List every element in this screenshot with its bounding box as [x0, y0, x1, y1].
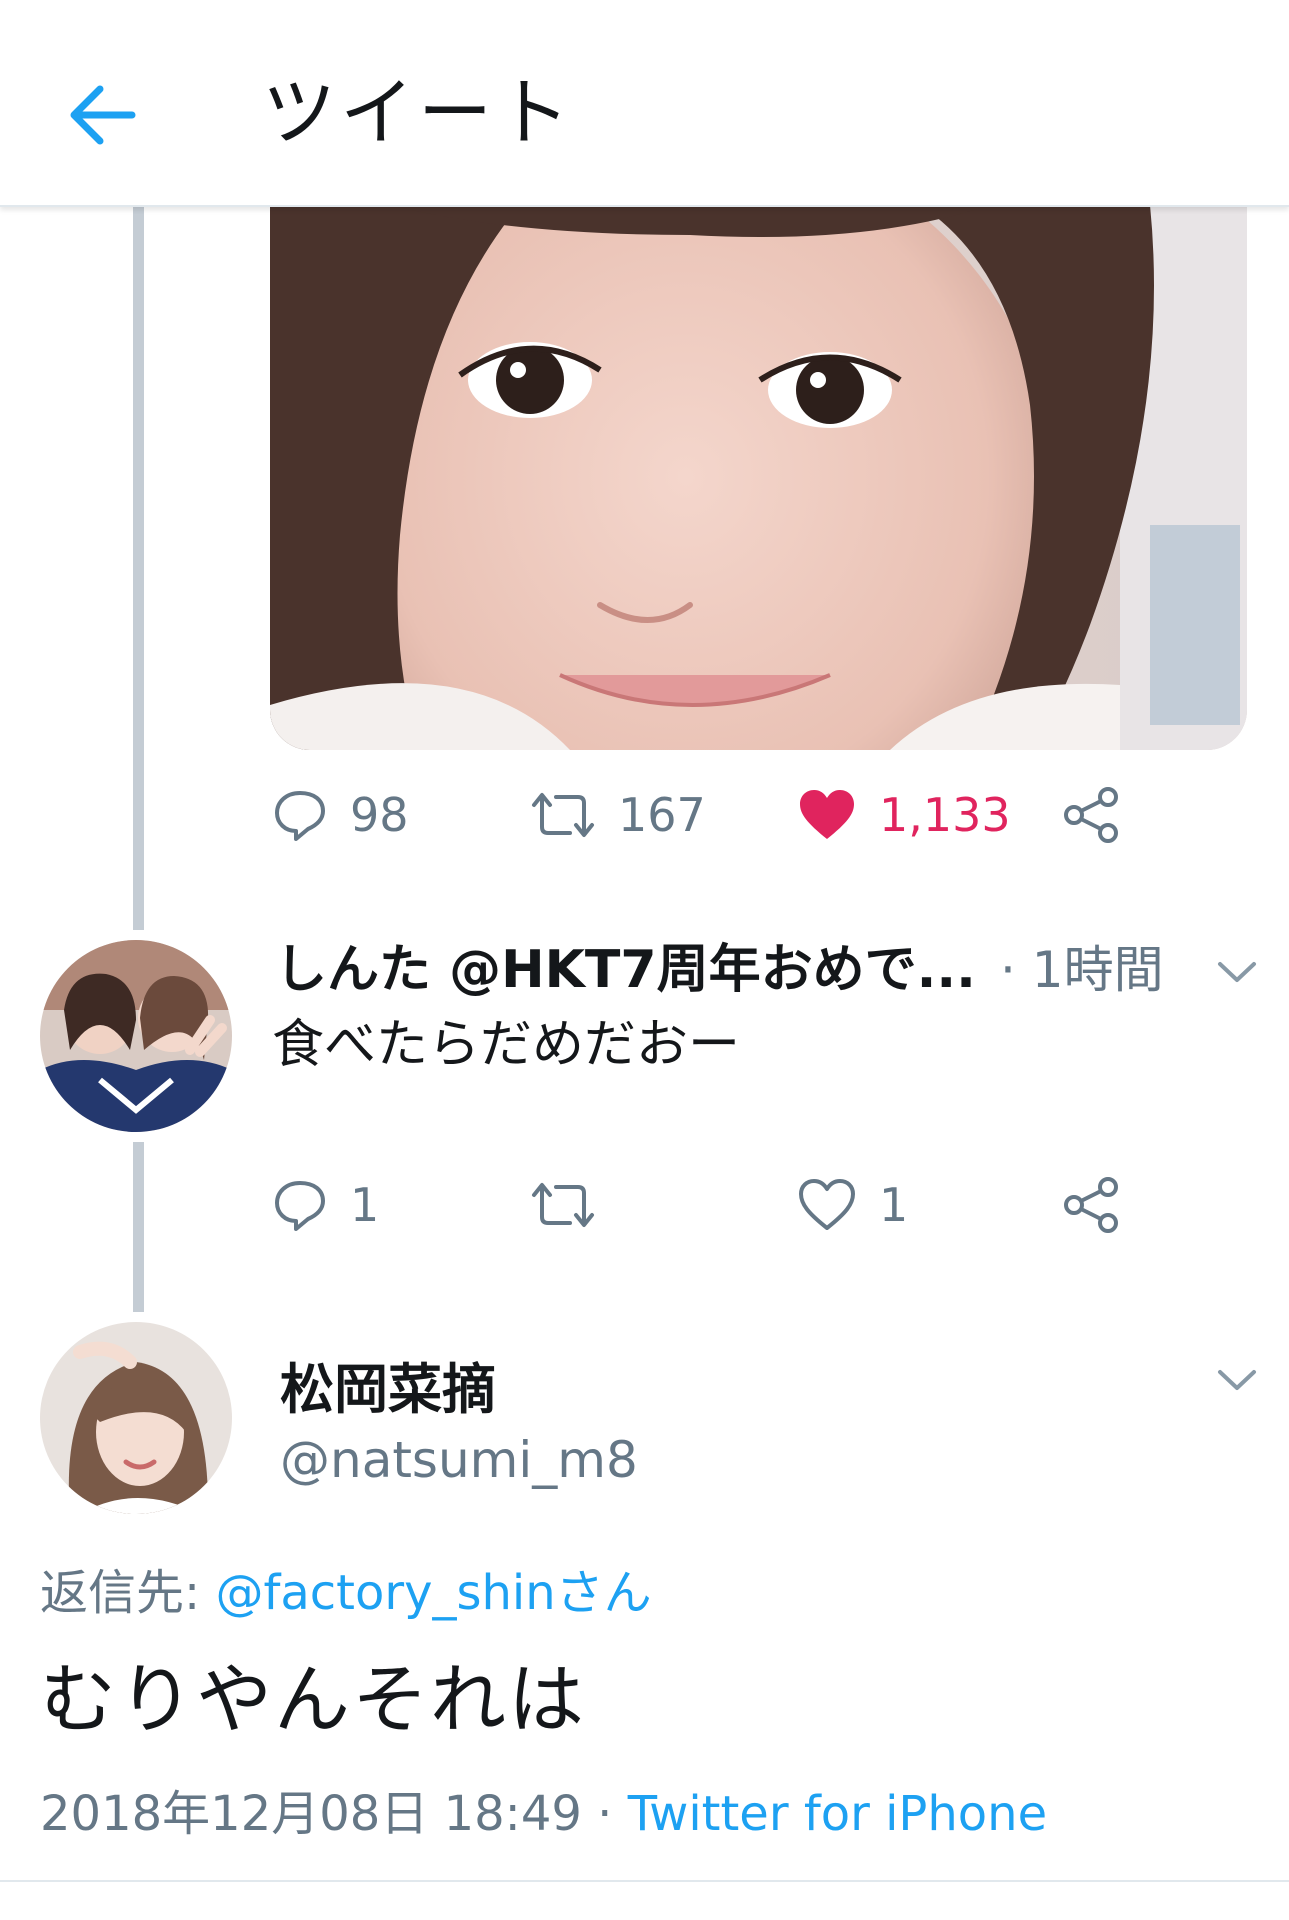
retweet-action[interactable]: 167	[530, 775, 706, 855]
reply-to-line: 返信先: @factory_shinさん	[40, 1555, 652, 1631]
reply-action[interactable]: 1	[272, 1165, 379, 1245]
share-icon	[1064, 1177, 1118, 1233]
like-count: 1,133	[879, 788, 1011, 842]
retweet-icon	[532, 793, 594, 837]
thread-line-middle	[133, 1142, 144, 1312]
avatar-main-user[interactable]	[40, 1322, 232, 1514]
tweet-meta: 2018年12月08日 18:49 · Twitter for iPhone	[40, 1778, 1047, 1850]
like-action[interactable]: 1	[797, 1165, 908, 1245]
retweet-action[interactable]	[530, 1165, 618, 1245]
avatar-reply-user[interactable]	[40, 940, 232, 1132]
retweet-count: 167	[618, 788, 706, 842]
reply-action[interactable]: 98	[272, 775, 409, 855]
share-icon	[1064, 787, 1118, 843]
reply-icon	[275, 791, 325, 841]
tweet-datetime: 2018年12月08日 18:49 ·	[40, 1786, 628, 1842]
reply-count: 1	[350, 1178, 380, 1232]
reply-count: 98	[350, 788, 409, 842]
main-user-display-name[interactable]: 松岡菜摘	[280, 1350, 496, 1430]
reply-timestamp: · 1時間	[1000, 941, 1164, 999]
reply-icon	[275, 1181, 325, 1231]
main-tweet-text: むりやんそれは	[40, 1655, 586, 1744]
retweet-icon	[532, 1183, 594, 1227]
share-action[interactable]	[1062, 1165, 1122, 1245]
heart-icon	[800, 790, 854, 839]
like-count: 1	[879, 1178, 909, 1232]
reply-to-label: 返信先:	[40, 1565, 216, 1621]
like-action[interactable]: 1,133	[797, 775, 1011, 855]
reply-tweet-text: 食べたらだめだおー	[272, 1015, 741, 1075]
chevron-down-icon[interactable]	[1212, 1360, 1262, 1400]
tweet-client-link[interactable]: Twitter for iPhone	[628, 1786, 1047, 1842]
page-title: ツイート	[262, 70, 574, 156]
reply-user-name[interactable]: しんた @HKT7周年おめで...	[275, 935, 976, 1005]
top-app-bar: ツイート	[0, 0, 1289, 207]
divider	[0, 1880, 1289, 1882]
tweet-photo[interactable]	[270, 205, 1247, 750]
reply-to-mention-link[interactable]: @factory_shinさん	[215, 1565, 651, 1621]
chevron-down-icon[interactable]	[1212, 952, 1262, 992]
heart-icon	[799, 1179, 855, 1230]
thread-line-top	[133, 205, 144, 930]
share-action[interactable]	[1062, 775, 1122, 855]
back-arrow-icon[interactable]	[62, 70, 152, 160]
main-user-handle[interactable]: @natsumi_m8	[280, 1422, 638, 1498]
